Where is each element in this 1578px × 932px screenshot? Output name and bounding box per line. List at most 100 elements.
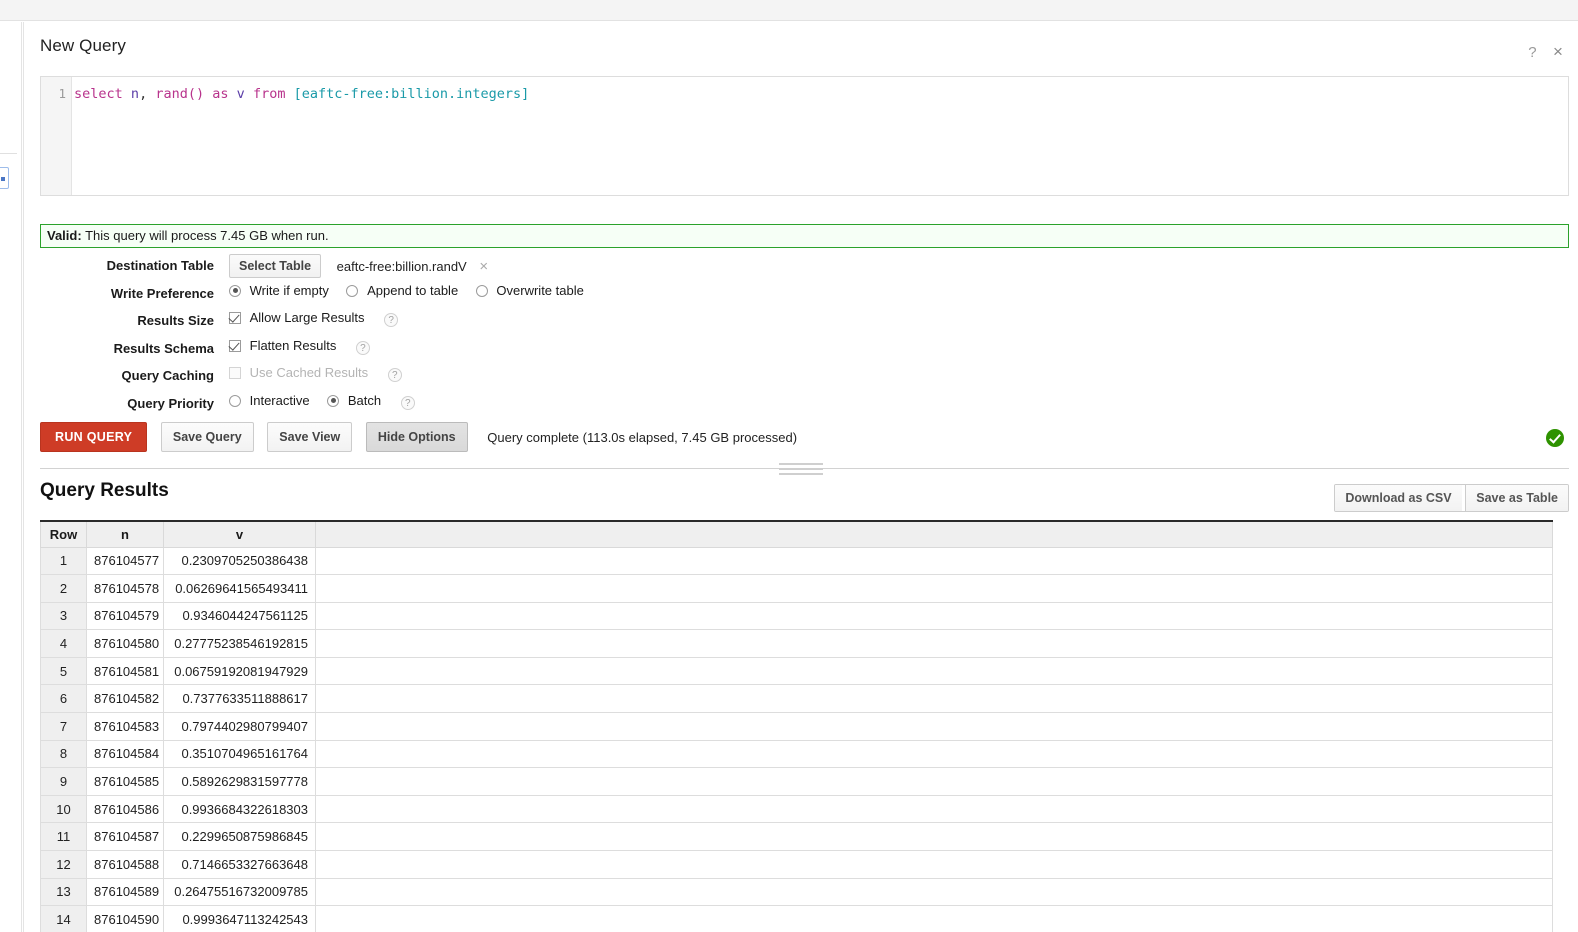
help-icon-query-caching[interactable]: ? — [387, 368, 402, 382]
radio-write-if-empty[interactable]: Write if empty — [229, 283, 329, 298]
table-row[interactable]: 2 876104578 0.06269641565493411 — [40, 574, 1553, 603]
query-caching-label: Query Caching — [121, 368, 214, 383]
cell-n: 876104581 — [86, 656, 164, 686]
cell-v: 0.27775238546192815 — [163, 629, 316, 658]
help-icon[interactable]: ? — [1521, 44, 1543, 61]
sql-editor[interactable]: 1 select n, rand() as v from [eaftc-free… — [40, 76, 1569, 196]
sql-token-n: n — [130, 86, 140, 102]
results-size-controls: Allow Large Results ? — [229, 309, 399, 327]
checkbox-allow-large-results[interactable]: Allow Large Results — [229, 310, 365, 325]
validation-prefix: Valid: — [47, 228, 82, 243]
cell-n: 876104578 — [86, 574, 164, 603]
sql-code-line[interactable]: select n, rand() as v from [eaftc-free:b… — [74, 86, 529, 103]
sql-token-from: from — [252, 86, 286, 102]
cell-v: 0.7146653327663648 — [163, 850, 316, 879]
sql-token-as: as — [212, 86, 229, 102]
cell-row-number: 7 — [40, 712, 87, 741]
cell-n: 876104586 — [86, 794, 164, 824]
table-row[interactable]: 12 876104588 0.7146653327663648 — [40, 850, 1553, 879]
destination-table-controls: Select Table eaftc-free:billion.randV × — [229, 254, 488, 278]
table-row[interactable]: 13 876104589 0.26475516732009785 — [40, 877, 1553, 907]
sidebar-collapsed-item[interactable] — [0, 167, 9, 189]
cell-v: 0.9936684322618303 — [163, 794, 316, 824]
cell-row-number: 14 — [40, 905, 87, 932]
table-row[interactable]: 7 876104583 0.7974402980799407 — [40, 712, 1553, 741]
radio-icon-selected — [229, 284, 241, 297]
column-header-row[interactable]: Row — [40, 520, 87, 548]
hide-options-button[interactable]: Hide Options — [365, 422, 468, 452]
cell-n: 876104588 — [86, 850, 164, 879]
table-row[interactable]: 5 876104581 0.06759192081947929 — [40, 656, 1553, 686]
table-row[interactable]: 14 876104590 0.9993647113242543 — [40, 905, 1553, 932]
radio-batch[interactable]: Batch — [327, 393, 381, 408]
select-table-button[interactable]: Select Table — [229, 254, 322, 278]
help-icon-query-priority[interactable]: ? — [400, 395, 415, 410]
cell-row-number: 10 — [40, 794, 87, 824]
clear-destination-icon[interactable]: × — [479, 258, 488, 275]
radio-icon — [475, 284, 488, 297]
help-icon-results-size[interactable]: ? — [384, 313, 399, 327]
sql-space-1 — [123, 86, 131, 102]
collapsed-left-sidebar[interactable] — [0, 22, 22, 932]
results-table-wrapper[interactable]: Row n v 1 876104577 0.2309705250386438 2 876… — [40, 520, 1569, 932]
radio-label-overwrite-table: Overwrite table — [496, 282, 584, 298]
destination-table-label: Destination Table — [106, 258, 214, 273]
editor-gutter: 1 — [41, 77, 72, 195]
table-row[interactable]: 11 876104587 0.2299650875986845 — [40, 822, 1553, 852]
cell-filler — [315, 656, 1553, 686]
query-caching-controls: Use Cached Results ? — [229, 364, 402, 382]
run-query-button[interactable]: RUN QUERY — [40, 422, 148, 452]
results-header: Query Results Download as CSV Save as Ta… — [40, 480, 1569, 516]
radio-append-to-table[interactable]: Append to table — [346, 283, 458, 298]
destination-table-value: eaftc-free:billion.randV — [336, 258, 467, 274]
panel-header: New Query ? × — [24, 22, 1578, 70]
cell-filler — [315, 546, 1553, 576]
sql-space-5 — [245, 86, 253, 102]
help-icon-results-schema[interactable]: ? — [355, 340, 370, 355]
column-header-n[interactable]: n — [86, 520, 164, 548]
grip-line — [779, 473, 823, 475]
table-row[interactable]: 1 876104577 0.2309705250386438 — [40, 546, 1553, 576]
radio-icon — [229, 394, 241, 407]
cell-v: 0.7974402980799407 — [163, 712, 316, 741]
page-title: New Query — [40, 36, 126, 55]
column-header-v[interactable]: v — [163, 520, 316, 548]
cell-n: 876104590 — [86, 905, 164, 932]
cell-row-number: 9 — [40, 767, 87, 796]
table-header-row: Row n v — [40, 520, 1553, 548]
checkbox-flatten-results[interactable]: Flatten Results — [229, 338, 336, 353]
close-icon[interactable]: × — [1547, 42, 1569, 62]
radio-label-batch: Batch — [347, 392, 382, 408]
table-row[interactable]: 10 876104586 0.9936684322618303 — [40, 794, 1553, 824]
cell-v: 0.06759192081947929 — [163, 656, 316, 686]
sql-token-rand: rand() — [155, 86, 205, 102]
radio-icon-selected — [327, 394, 340, 407]
cell-filler — [315, 712, 1553, 741]
table-row[interactable]: 4 876104580 0.27775238546192815 — [40, 629, 1553, 658]
header-icon-group: ? × — [1521, 42, 1569, 62]
save-view-button[interactable]: Save View — [267, 422, 353, 452]
results-table-head: Row n v — [40, 520, 1553, 548]
table-row[interactable]: 9 876104585 0.5892629831597778 — [40, 767, 1553, 796]
download-as-csv-button[interactable]: Download as CSV — [1335, 485, 1462, 511]
query-status-text: Query complete (113.0s elapsed, 7.45 GB … — [487, 429, 798, 445]
checkbox-icon-checked — [229, 312, 241, 325]
cell-filler — [315, 850, 1553, 879]
cell-row-number: 1 — [40, 546, 87, 576]
cell-filler — [315, 684, 1553, 714]
save-as-table-button[interactable]: Save as Table — [1465, 485, 1568, 511]
cell-n: 876104585 — [86, 767, 164, 796]
cell-v: 0.26475516732009785 — [163, 877, 316, 907]
table-row[interactable]: 8 876104584 0.3510704965161764 — [40, 739, 1553, 769]
table-row[interactable]: 6 876104582 0.7377633511888617 — [40, 684, 1553, 714]
sql-space-4 — [229, 86, 237, 102]
cell-filler — [315, 601, 1553, 631]
save-query-button[interactable]: Save Query — [160, 422, 254, 452]
splitter-drag-handle[interactable] — [779, 463, 823, 475]
cell-v: 0.5892629831597778 — [163, 767, 316, 796]
row-results-size: Results Size Allow Large Results ? — [24, 309, 1578, 337]
grip-line — [779, 468, 823, 470]
radio-interactive[interactable]: Interactive — [229, 393, 310, 408]
radio-overwrite-table[interactable]: Overwrite table — [475, 282, 584, 298]
table-row[interactable]: 3 876104579 0.9346044247561125 — [40, 601, 1553, 631]
